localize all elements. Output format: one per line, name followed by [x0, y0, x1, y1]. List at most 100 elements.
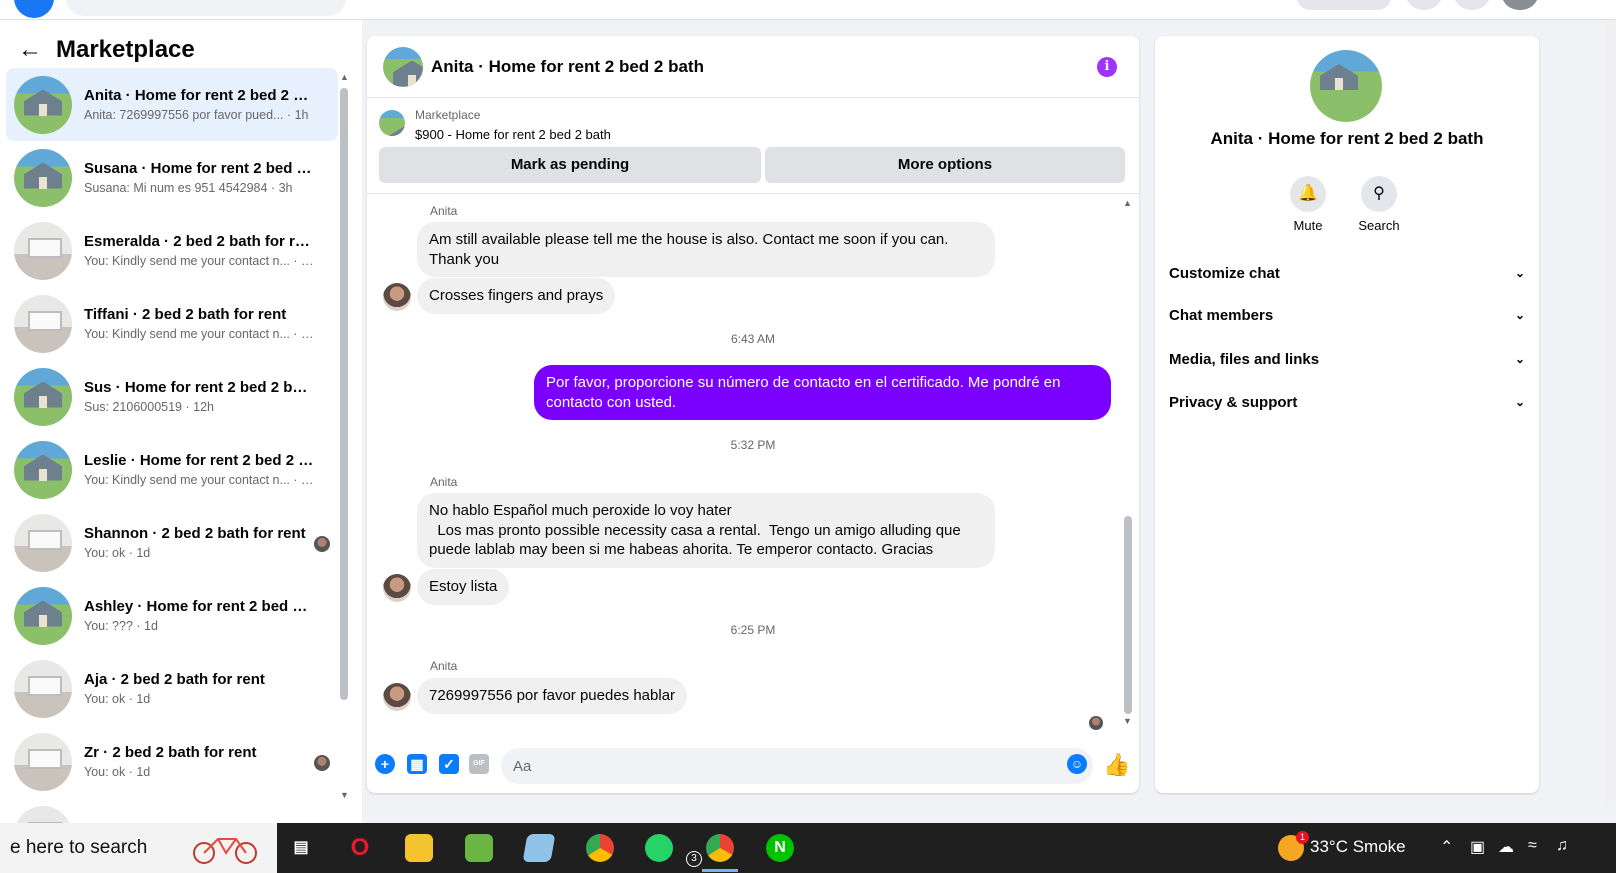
mute-label: Mute [1293, 218, 1323, 233]
conversation-preview: You: Kindly send me your contact n... · … [84, 327, 314, 341]
chat-avatar[interactable] [383, 46, 423, 87]
weather-text[interactable]: 33°C Smoke [1310, 837, 1406, 857]
conversation-list: Anita · Home for rent 2 bed 2 b... Anita:… [6, 68, 338, 823]
bicycle-icon [193, 838, 257, 864]
mute-button[interactable]: 🔔 Mute [1273, 176, 1343, 233]
chat-scrollbar[interactable] [1124, 516, 1132, 714]
onedrive-icon[interactable]: ☁ [1498, 837, 1514, 857]
conversation-title: Sus · Home for rent 2 bed 2 bath [84, 379, 314, 396]
whatsapp-icon[interactable] [645, 834, 673, 862]
line-app-icon[interactable]: N [766, 834, 794, 862]
conversation-title: Anita · Home for rent 2 bed 2 b... [84, 87, 314, 104]
mark-as-pending-button[interactable]: Mark as pending [379, 147, 761, 183]
conversation-text: Esmeralda · 2 bed 2 bath for rent You: Ki… [84, 233, 314, 268]
listing-thumbnail[interactable] [379, 110, 405, 136]
file-explorer-icon[interactable] [405, 834, 433, 862]
conversation-item[interactable]: Tiffani · 2 bed 2 bath for rent You: Kind… [6, 287, 338, 360]
conversation-item[interactable]: Ashley · Home for rent 2 bed 2 ... You: ?… [6, 579, 338, 652]
scroll-up-arrow-icon[interactable]: ▲ [1123, 198, 1132, 208]
timestamp: 6:25 PM [730, 623, 776, 637]
sender-name: Anita [430, 659, 458, 673]
conversation-title: Susana · Home for rent 2 bed 2 ... [84, 160, 314, 177]
message-bubble[interactable]: 7269997556 por favor puedes hablar [417, 678, 688, 714]
media-files-links-row[interactable]: Media, files and links ⌄ [1169, 339, 1525, 379]
message-bubble[interactable]: Am still available please tell me the ho… [417, 222, 995, 277]
gif-icon[interactable]: GIF [469, 754, 489, 774]
chrome-icon[interactable] [586, 834, 614, 862]
conversation-item[interactable]: Zr · 2 bed 2 bath for rent You: ok · 1d [6, 725, 338, 798]
sidebar-scrollbar[interactable] [340, 88, 348, 700]
chrome-active-icon[interactable] [702, 834, 738, 872]
opera-icon[interactable]: O [346, 834, 374, 862]
message-bubble[interactable]: Crosses fingers and prays [417, 278, 616, 314]
outgoing-message-bubble[interactable]: Por favor, proporcione su número de cont… [534, 365, 1111, 420]
conversation-title: Zr · 2 bed 2 bath for rent [84, 744, 257, 761]
conversation-item[interactable]: Anita · Home for rent 2 bed 2 b... Anita:… [6, 68, 338, 141]
sender-avatar[interactable] [383, 574, 411, 602]
sticky-notes-icon[interactable] [522, 834, 556, 862]
wifi-icon[interactable]: ≈ [1528, 837, 1537, 855]
message-bubble[interactable]: Estoy lista [417, 569, 510, 605]
conversation-text: Zr · 2 bed 2 bath for rent You: ok · 1d [84, 744, 314, 779]
message-composer: + ▦ ✓ GIF ☺ 👍 [367, 742, 1139, 793]
conversation-preview: You: ok · 1d [84, 546, 151, 560]
message-bubble[interactable]: No hablo Español much peroxide lo voy ha… [417, 493, 995, 568]
sticker-icon[interactable]: ✓ [439, 754, 459, 774]
listing-title[interactable]: $900 - Home for rent 2 bed 2 bath [415, 127, 611, 142]
emoji-icon[interactable]: ☺ [1067, 754, 1087, 774]
facebook-logo-icon[interactable] [14, 0, 54, 18]
scroll-down-arrow-icon[interactable]: ▼ [340, 790, 349, 800]
notepad-icon[interactable] [465, 834, 493, 862]
messenger-icon[interactable] [1406, 0, 1442, 10]
search-button[interactable]: ⚲ Search [1344, 176, 1414, 233]
window-scrollbar[interactable] [1606, 20, 1616, 803]
camera-icon[interactable]: ▣ [1470, 837, 1485, 857]
task-view-icon[interactable]: ▤ [287, 834, 315, 862]
sender-avatar[interactable] [383, 683, 411, 711]
conversation-item[interactable]: Leslie · Home for rent 2 bed 2 b... You: … [6, 433, 338, 506]
whatsapp-badge: 3 [686, 851, 702, 867]
info-avatar[interactable] [1310, 50, 1382, 122]
scroll-up-arrow-icon[interactable]: ▲ [340, 72, 349, 82]
account-avatar[interactable] [1502, 0, 1538, 10]
conversation-preview: You: Kindly send me your contact n... · … [84, 254, 314, 268]
sidebar-title: Marketplace [56, 36, 195, 63]
scroll-down-arrow-icon[interactable]: ▼ [1123, 716, 1132, 726]
gallery-icon[interactable]: ▦ [407, 754, 427, 774]
conversation-item[interactable]: Esmeralda · 2 bed 2 bath for rent You: Ki… [6, 214, 338, 287]
plus-icon[interactable]: + [375, 754, 395, 774]
conversation-title: Aja · 2 bed 2 bath for rent [84, 671, 265, 688]
conversation-title: Tiffani · 2 bed 2 bath for rent [84, 306, 287, 323]
conversation-preview: You: ??? · 1d [84, 619, 158, 633]
tray-chevron-up-icon[interactable]: ⌃ [1440, 837, 1453, 857]
chat-panel: Anita · Home for rent 2 bed 2 bath i Mar… [367, 36, 1139, 793]
conversation-text: Ashley · Home for rent 2 bed 2 ... You: ?… [84, 598, 314, 633]
chevron-down-icon: ⌄ [1514, 352, 1525, 366]
conversation-item[interactable]: Shannon · 2 bed 2 bath for rent You: ok ·… [6, 506, 338, 579]
conversation-text: Aja · 2 bed 2 bath for rent You: ok · 1d [84, 671, 314, 706]
chevron-down-icon: ⌄ [1514, 266, 1525, 280]
more-options-button[interactable]: More options [765, 147, 1125, 183]
privacy-support-row[interactable]: Privacy & support ⌄ [1169, 382, 1525, 422]
chat-title[interactable]: Anita · Home for rent 2 bed 2 bath [431, 57, 704, 77]
conversation-item[interactable]: Kelvin · 2 bed 2 bath for rent [6, 798, 338, 823]
notifications-icon[interactable] [1454, 0, 1490, 10]
conversation-preview: You: Kindly send me your contact n... · … [84, 473, 314, 487]
facebook-search-input[interactable] [66, 0, 346, 16]
conversation-item[interactable]: Susana · Home for rent 2 bed 2 ... Susana… [6, 141, 338, 214]
conversation-text: Sus · Home for rent 2 bed 2 bath Sus: 210… [84, 379, 314, 414]
conversation-preview: Susana: Mi num es 951 4542984 · 3h [84, 181, 293, 195]
info-icon[interactable]: i [1097, 57, 1117, 77]
message-input[interactable] [501, 748, 1093, 784]
top-menu-button[interactable] [1296, 0, 1392, 10]
listing-thumbnail [14, 732, 72, 791]
conversation-item[interactable]: Sus · Home for rent 2 bed 2 bath Sus: 210… [6, 360, 338, 433]
listing-thumbnail [14, 805, 72, 823]
thumbs-up-icon[interactable]: 👍 [1103, 752, 1130, 778]
conversation-item[interactable]: Aja · 2 bed 2 bath for rent You: ok · 1d [6, 652, 338, 725]
sender-avatar[interactable] [383, 283, 411, 311]
back-arrow-icon[interactable]: ← [18, 36, 42, 64]
volume-icon[interactable]: ♫ [1556, 837, 1568, 855]
chat-members-row[interactable]: Chat members ⌄ [1169, 295, 1525, 335]
customize-chat-row[interactable]: Customize chat ⌄ [1169, 253, 1525, 293]
